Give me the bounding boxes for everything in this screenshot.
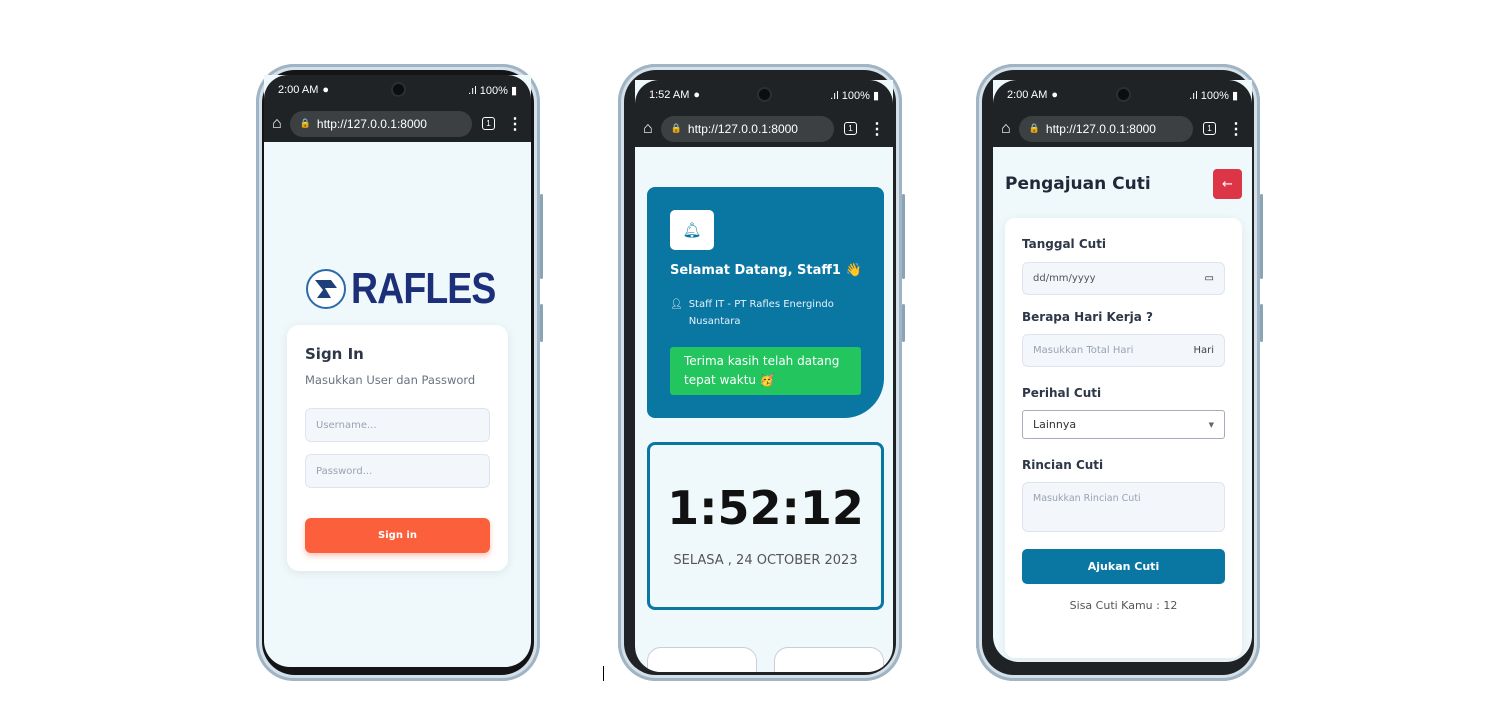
tab-count-button[interactable]: 1 (1203, 122, 1216, 135)
status-time: 2:00 AM (1007, 89, 1048, 101)
browser-bar: ⌂ 🔒 http://127.0.0.1:8000 1 ⋮ (264, 105, 531, 142)
welcome-card: 🔔︎ Selamat Datang, Staff1 👋 👤︎ Staff IT -… (647, 187, 884, 418)
url-field[interactable]: 🔒 http://127.0.0.1:8000 (660, 115, 834, 142)
signin-button[interactable]: Sign in (305, 518, 490, 553)
detail-textarea[interactable]: Masukkan Rincian Cuti (1022, 482, 1225, 532)
clock-card: 1:52:12 SELASA , 24 OCTOBER 2023 (647, 442, 884, 610)
days-input[interactable]: Masukkan Total Hari Hari (1022, 334, 1225, 367)
lock-icon: 🔒 (1028, 123, 1040, 133)
browser-bar: ⌂ 🔒 http://127.0.0.1:8000 1 ⋮ (993, 110, 1252, 147)
camera (392, 84, 404, 95)
battery-level: .ıl 100% ▮ (1189, 89, 1238, 102)
detail-label: Rincian Cuti (1022, 458, 1104, 472)
status-bar: 2:00 AM ● .ıl 100% ▮ (993, 80, 1252, 110)
arrow-left-icon: ← (1222, 176, 1233, 192)
date-label: Tanggal Cuti (1022, 237, 1107, 251)
days-label: Berapa Hari Kerja ? (1022, 310, 1154, 324)
battery-level: .ıl 100% ▮ (468, 84, 517, 97)
camera (759, 89, 770, 100)
days-suffix: Hari (1193, 345, 1214, 356)
home-icon[interactable]: ⌂ (272, 115, 282, 133)
url-field[interactable]: 🔒 http://127.0.0.1:8000 (289, 110, 472, 137)
page-title: Pengajuan Cuti (1005, 174, 1151, 194)
status-bar: 2:00 AM ● .ıl 100% ▮ (264, 75, 531, 105)
login-page: RAFLES Sign In Masukkan User dan Passwor… (264, 142, 531, 667)
logo-mark-icon (306, 269, 346, 309)
dashboard-page: 🔔︎ Selamat Datang, Staff1 👋 👤︎ Staff IT -… (635, 147, 893, 672)
calendar-icon[interactable]: ▭ (1205, 273, 1214, 284)
status-time: 1:52 AM (649, 89, 690, 101)
tab-count-button[interactable]: 1 (482, 117, 495, 130)
phone-leave-request: 2:00 AM ● .ıl 100% ▮ ⌂ 🔒 http://127.0.0.1:… (976, 64, 1263, 681)
camera (1117, 89, 1129, 100)
home-icon[interactable]: ⌂ (643, 120, 653, 138)
reason-label: Perihal Cuti (1022, 386, 1102, 400)
clock-time: 1:52:12 (667, 481, 864, 535)
menu-button-left[interactable] (647, 647, 757, 672)
user-icon: 👤︎ (670, 299, 683, 310)
leave-form-card: Tanggal Cuti dd/mm/yyyy ▭ Berapa Hari Ker… (1005, 218, 1242, 658)
more-menu-icon[interactable]: ⋮ (507, 114, 523, 134)
welcome-greeting: Selamat Datang, Staff1 👋 (670, 263, 862, 278)
status-time: 2:00 AM (278, 84, 319, 96)
browser-bar: ⌂ 🔒 http://127.0.0.1:8000 1 ⋮ (635, 110, 893, 147)
menu-button-right[interactable] (774, 647, 884, 672)
url-field[interactable]: 🔒 http://127.0.0.1:8000 (1018, 115, 1193, 142)
chevron-down-icon: ▼ (1208, 420, 1214, 429)
submit-leave-button[interactable]: Ajukan Cuti (1022, 549, 1225, 584)
text-cursor (603, 666, 604, 681)
ontime-alert: Terima kasih telah datang tepat waktu 🥳 (670, 347, 861, 395)
tab-count-button[interactable]: 1 (844, 122, 857, 135)
signin-subtitle: Masukkan User dan Password (305, 373, 476, 387)
bell-icon: 🔔︎ (682, 221, 702, 239)
more-menu-icon[interactable]: ⋮ (869, 119, 885, 139)
more-menu-icon[interactable]: ⋮ (1228, 119, 1244, 139)
home-icon[interactable]: ⌂ (1001, 120, 1011, 138)
clock-date: SELASA , 24 OCTOBER 2023 (673, 553, 858, 568)
back-button[interactable]: ← (1213, 169, 1242, 199)
signin-title: Sign In (305, 345, 364, 363)
rafles-logo: RAFLES (305, 264, 521, 314)
password-input[interactable]: Password... (305, 454, 490, 488)
signin-card: Sign In Masukkan User dan Password Usern… (287, 325, 508, 571)
reason-select[interactable]: Lainnya ▼ (1022, 410, 1225, 439)
status-bar: 1:52 AM ● .ıl 100% ▮ (635, 80, 893, 110)
remaining-leave: Sisa Cuti Kamu : 12 (1069, 599, 1178, 612)
lock-icon: 🔒 (670, 123, 682, 133)
lock-icon: 🔒 (299, 118, 311, 128)
leave-page: Pengajuan Cuti ← Tanggal Cuti dd/mm/yyyy… (993, 147, 1252, 662)
notification-button[interactable]: 🔔︎ (670, 210, 714, 250)
battery-level: .ıl 100% ▮ (830, 89, 879, 102)
username-input[interactable]: Username... (305, 408, 490, 442)
phone-login: 2:00 AM ● .ıl 100% ▮ ⌂ 🔒 http://127.0.0.1:… (256, 64, 543, 681)
date-input[interactable]: dd/mm/yyyy ▭ (1022, 262, 1225, 295)
user-role: 👤︎ Staff IT - PT Rafles Energindo Nusanta… (670, 296, 850, 330)
phone-dashboard: 1:52 AM ● .ıl 100% ▮ ⌂ 🔒 http://127.0.0.1:… (618, 64, 905, 681)
